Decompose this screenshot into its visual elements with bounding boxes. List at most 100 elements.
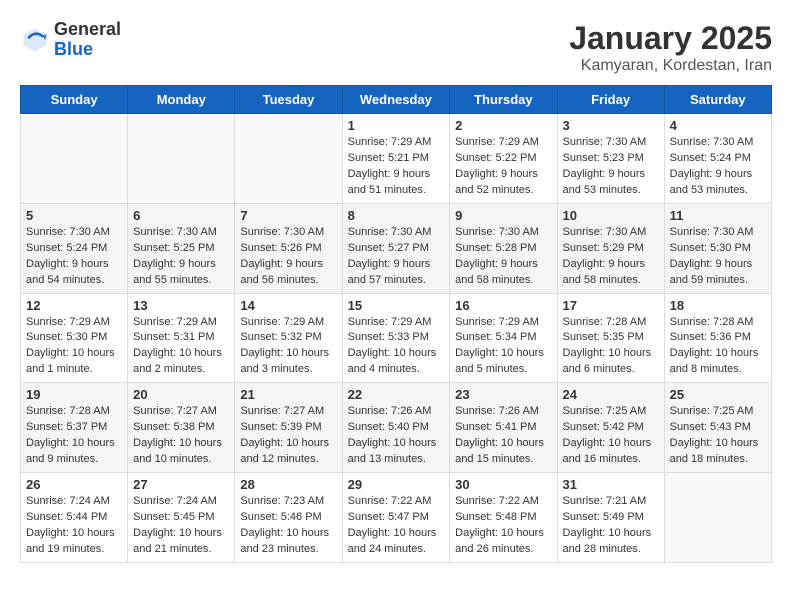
day-number: 8: [348, 208, 445, 223]
week-row-1: 1Sunrise: 7:29 AM Sunset: 5:21 PM Daylig…: [21, 114, 772, 204]
day-number: 18: [670, 298, 766, 313]
location-subtitle: Kamyaran, Kordestan, Iran: [569, 57, 772, 75]
calendar-cell: 18 Sunrise: 7:28 AM Sunset: 5:36 PM Dayli…: [664, 293, 771, 383]
logo-text: General Blue: [54, 20, 121, 60]
calendar-cell: 4Sunrise: 7:30 AM Sunset: 5:24 PM Daylig…: [664, 114, 771, 204]
day-number: 26: [26, 477, 122, 492]
day-info: Sunrise: 7:30 AM Sunset: 5:26 PM Dayligh…: [240, 225, 336, 289]
day-number: 1: [348, 118, 445, 133]
calendar-cell: 3 Sunrise: 7:30 AM Sunset: 5:23 PM Daylig…: [557, 114, 664, 204]
day-info: Sunrise: 7:30 AM Sunset: 5:28 PM Dayligh…: [455, 225, 551, 289]
day-number: 5: [26, 208, 122, 223]
calendar-cell: 7 Sunrise: 7:30 AM Sunset: 5:26 PM Daylig…: [235, 203, 342, 293]
day-number: 25: [670, 387, 766, 402]
calendar-cell: [128, 114, 235, 204]
day-number: 31: [563, 477, 659, 492]
weekday-header-sunday: Sunday: [21, 86, 128, 114]
calendar-cell: 26 Sunrise: 7:24 AM Sunset: 5:44 PM Dayli…: [21, 473, 128, 563]
month-title: January 2025: [569, 20, 772, 57]
day-info: Sunrise: 7:22 AM Sunset: 5:47 PM Dayligh…: [348, 494, 445, 558]
weekday-header-saturday: Saturday: [664, 86, 771, 114]
calendar-cell: 17 Sunrise: 7:28 AM Sunset: 5:35 PM Dayli…: [557, 293, 664, 383]
day-number: 17: [563, 298, 659, 313]
weekday-header-tuesday: Tuesday: [235, 86, 342, 114]
weekday-header-monday: Monday: [128, 86, 235, 114]
weekday-header-row: SundayMondayTuesdayWednesdayThursdayFrid…: [21, 86, 772, 114]
day-number: 6: [133, 208, 229, 223]
day-number: 3: [563, 118, 659, 133]
calendar-cell: 29 Sunrise: 7:22 AM Sunset: 5:47 PM Dayli…: [342, 473, 450, 563]
day-info: Sunrise: 7:29 AM Sunset: 5:32 PM Dayligh…: [240, 315, 336, 379]
day-info: Sunrise: 7:27 AM Sunset: 5:38 PM Dayligh…: [133, 404, 229, 468]
day-number: 24: [563, 387, 659, 402]
calendar-cell: 12 Sunrise: 7:29 AM Sunset: 5:30 PM Dayli…: [21, 293, 128, 383]
day-number: 4: [670, 118, 766, 133]
day-info: Sunrise: 7:29 AM Sunset: 5:30 PM Dayligh…: [26, 315, 122, 379]
week-row-4: 19 Sunrise: 7:28 AM Sunset: 5:37 PM Dayli…: [21, 383, 772, 473]
day-number: 28: [240, 477, 336, 492]
day-number: 23: [455, 387, 551, 402]
day-number: 13: [133, 298, 229, 313]
day-number: 12: [26, 298, 122, 313]
day-number: 14: [240, 298, 336, 313]
day-number: 22: [348, 387, 445, 402]
day-info: Sunrise: 7:30 AM Sunset: 5:30 PM Dayligh…: [670, 225, 766, 289]
calendar-cell: 2Sunrise: 7:29 AM Sunset: 5:22 PM Daylig…: [450, 114, 557, 204]
day-number: 7: [240, 208, 336, 223]
calendar-cell: 21Sunrise: 7:27 AM Sunset: 5:39 PM Dayli…: [235, 383, 342, 473]
page-header: General Blue January 2025 Kamyaran, Kord…: [20, 20, 772, 75]
day-number: 27: [133, 477, 229, 492]
calendar-cell: 24 Sunrise: 7:25 AM Sunset: 5:42 PM Dayli…: [557, 383, 664, 473]
day-info: Sunrise: 7:26 AM Sunset: 5:41 PM Dayligh…: [455, 404, 551, 468]
day-number: 29: [348, 477, 445, 492]
day-number: 16: [455, 298, 551, 313]
title-block: January 2025 Kamyaran, Kordestan, Iran: [569, 20, 772, 75]
day-info: Sunrise: 7:28 AM Sunset: 5:37 PM Dayligh…: [26, 404, 122, 468]
calendar-cell: 30Sunrise: 7:22 AM Sunset: 5:48 PM Dayli…: [450, 473, 557, 563]
day-info: Sunrise: 7:30 AM Sunset: 5:29 PM Dayligh…: [563, 225, 659, 289]
day-info: Sunrise: 7:25 AM Sunset: 5:43 PM Dayligh…: [670, 404, 766, 468]
day-number: 11: [670, 208, 766, 223]
day-info: Sunrise: 7:29 AM Sunset: 5:34 PM Dayligh…: [455, 315, 551, 379]
day-info: Sunrise: 7:28 AM Sunset: 5:36 PM Dayligh…: [670, 315, 766, 379]
day-number: 20: [133, 387, 229, 402]
day-number: 9: [455, 208, 551, 223]
logo: General Blue: [20, 20, 121, 60]
week-row-2: 5Sunrise: 7:30 AM Sunset: 5:24 PM Daylig…: [21, 203, 772, 293]
day-number: 15: [348, 298, 445, 313]
calendar-cell: 11 Sunrise: 7:30 AM Sunset: 5:30 PM Dayli…: [664, 203, 771, 293]
day-info: Sunrise: 7:24 AM Sunset: 5:44 PM Dayligh…: [26, 494, 122, 558]
calendar-cell: 14 Sunrise: 7:29 AM Sunset: 5:32 PM Dayli…: [235, 293, 342, 383]
calendar-cell: 9 Sunrise: 7:30 AM Sunset: 5:28 PM Daylig…: [450, 203, 557, 293]
day-info: Sunrise: 7:29 AM Sunset: 5:31 PM Dayligh…: [133, 315, 229, 379]
calendar-cell: 5Sunrise: 7:30 AM Sunset: 5:24 PM Daylig…: [21, 203, 128, 293]
day-info: Sunrise: 7:29 AM Sunset: 5:33 PM Dayligh…: [348, 315, 445, 379]
day-number: 30: [455, 477, 551, 492]
calendar-cell: 31 Sunrise: 7:21 AM Sunset: 5:49 PM Dayli…: [557, 473, 664, 563]
calendar-cell: 13 Sunrise: 7:29 AM Sunset: 5:31 PM Dayli…: [128, 293, 235, 383]
calendar-cell: 19 Sunrise: 7:28 AM Sunset: 5:37 PM Dayli…: [21, 383, 128, 473]
day-info: Sunrise: 7:26 AM Sunset: 5:40 PM Dayligh…: [348, 404, 445, 468]
day-info: Sunrise: 7:28 AM Sunset: 5:35 PM Dayligh…: [563, 315, 659, 379]
day-info: Sunrise: 7:21 AM Sunset: 5:49 PM Dayligh…: [563, 494, 659, 558]
calendar-cell: 22 Sunrise: 7:26 AM Sunset: 5:40 PM Dayli…: [342, 383, 450, 473]
calendar-table: SundayMondayTuesdayWednesdayThursdayFrid…: [20, 85, 772, 563]
day-info: Sunrise: 7:24 AM Sunset: 5:45 PM Dayligh…: [133, 494, 229, 558]
calendar-cell: 23 Sunrise: 7:26 AM Sunset: 5:41 PM Dayli…: [450, 383, 557, 473]
day-info: Sunrise: 7:30 AM Sunset: 5:25 PM Dayligh…: [133, 225, 229, 289]
day-info: Sunrise: 7:30 AM Sunset: 5:23 PM Dayligh…: [563, 135, 659, 199]
week-row-5: 26 Sunrise: 7:24 AM Sunset: 5:44 PM Dayli…: [21, 473, 772, 563]
calendar-cell: 1Sunrise: 7:29 AM Sunset: 5:21 PM Daylig…: [342, 114, 450, 204]
day-number: 19: [26, 387, 122, 402]
calendar-cell: [21, 114, 128, 204]
calendar-cell: 25 Sunrise: 7:25 AM Sunset: 5:43 PM Dayli…: [664, 383, 771, 473]
day-info: Sunrise: 7:25 AM Sunset: 5:42 PM Dayligh…: [563, 404, 659, 468]
day-info: Sunrise: 7:23 AM Sunset: 5:46 PM Dayligh…: [240, 494, 336, 558]
day-info: Sunrise: 7:27 AM Sunset: 5:39 PM Dayligh…: [240, 404, 336, 468]
day-number: 10: [563, 208, 659, 223]
calendar-cell: 15 Sunrise: 7:29 AM Sunset: 5:33 PM Dayli…: [342, 293, 450, 383]
calendar-cell: 6 Sunrise: 7:30 AM Sunset: 5:25 PM Daylig…: [128, 203, 235, 293]
weekday-header-wednesday: Wednesday: [342, 86, 450, 114]
calendar-cell: 16 Sunrise: 7:29 AM Sunset: 5:34 PM Dayli…: [450, 293, 557, 383]
calendar-cell: 8Sunrise: 7:30 AM Sunset: 5:27 PM Daylig…: [342, 203, 450, 293]
